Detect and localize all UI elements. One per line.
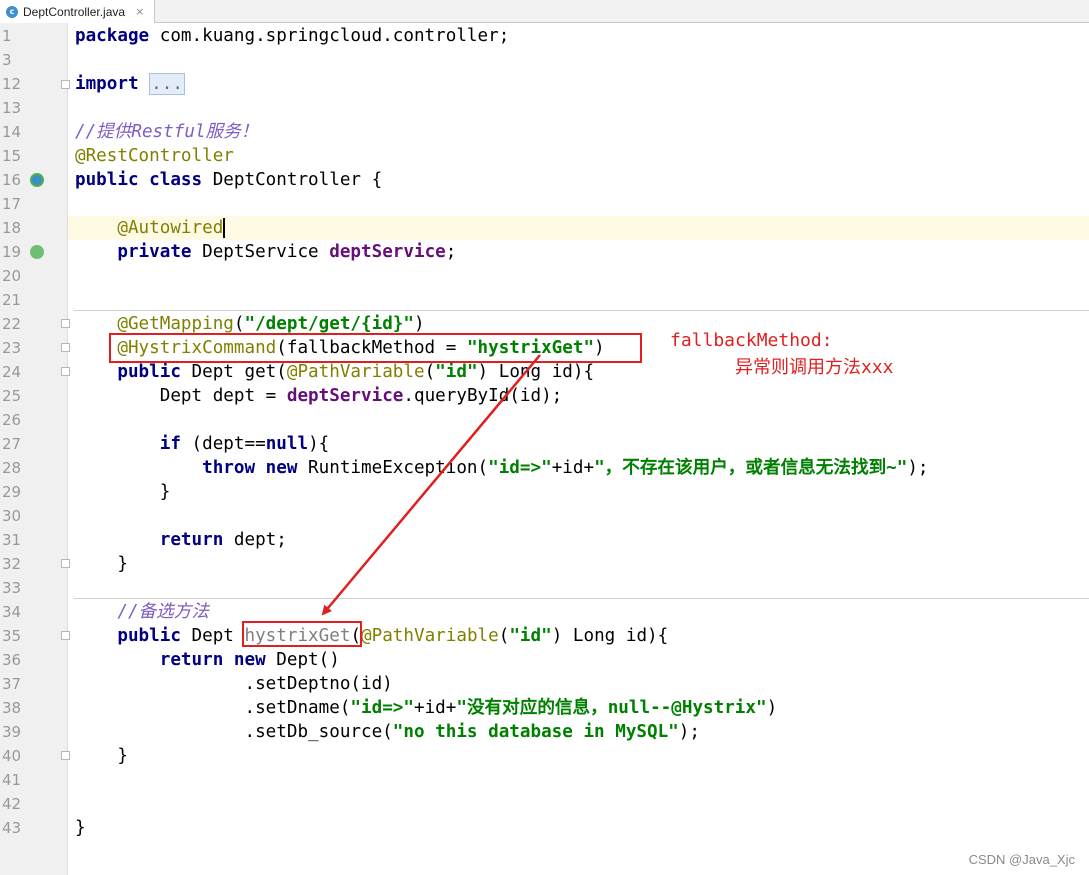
- annotation-arrow: [321, 354, 541, 616]
- annotation-note-title: fallbackMethod:: [670, 330, 833, 351]
- annotation-note-desc: 异常则调用方法xxx: [735, 357, 894, 378]
- watermark: CSDN @Java_Xjc: [968, 852, 1075, 867]
- arrow-line: [321, 354, 541, 616]
